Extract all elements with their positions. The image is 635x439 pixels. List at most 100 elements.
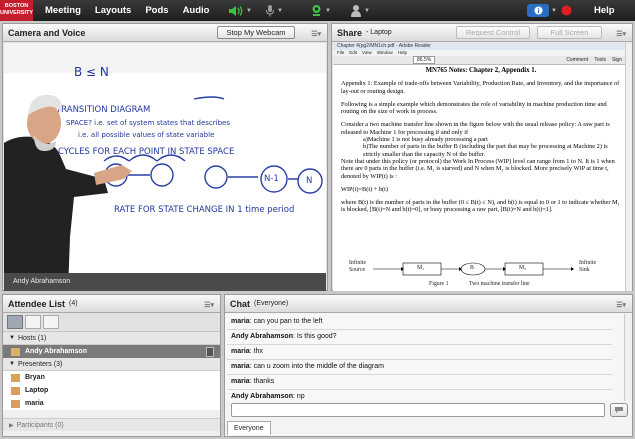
attendee-name: Laptop <box>25 387 49 394</box>
chat-message: maria: thanks <box>231 378 275 385</box>
attendee-row-host[interactable]: Andy Abrahamson <box>3 345 220 358</box>
camera-pod-title: Camera and Voice <box>8 27 86 38</box>
pod-options-icon[interactable]: ☰▾ <box>311 30 321 38</box>
speaker-icon[interactable]: ▼ <box>228 4 252 17</box>
attendee-view-toolbar <box>3 313 220 332</box>
doc-paragraph: where B(t) is the number of parts in the… <box>341 199 620 214</box>
viewer-tool-link: Comment <box>566 57 588 63</box>
status-icon[interactable]: ▼ <box>527 4 557 17</box>
attendee-name: Andy Abrahamson <box>25 348 87 355</box>
attendee-list-pod: Attendee List (4) ☰▾ ▼ Hosts (1) Andy Abr… <box>2 294 221 437</box>
top-menu-bar: BOSTON UNIVERSITY Meeting Layouts Pods A… <box>0 0 635 21</box>
attendee-name: Bryan <box>25 374 45 381</box>
attendee-name: maria <box>25 400 44 407</box>
transfer-line-diagram: Infinite Source M₁ B M₂ Infinite Sink Fi… <box>341 259 621 289</box>
doc-paragraph: a)Machine 1 is not busy already processi… <box>363 136 488 144</box>
participants-group-header[interactable]: ▶ Participants (0) <box>3 418 220 431</box>
attendee-row[interactable]: maria <box>3 397 220 410</box>
chat-scrollbar[interactable] <box>624 314 632 401</box>
send-message-button[interactable] <box>610 403 628 417</box>
diagram-m2-label: M₂ <box>519 265 527 271</box>
presenter-avatar-icon <box>11 386 20 395</box>
hosts-group-label: Hosts (1) <box>17 334 47 342</box>
chat-message-input[interactable] <box>231 403 605 417</box>
status-view-icon[interactable] <box>43 315 59 329</box>
chat-pod-title: Chat <box>230 298 250 309</box>
presenters-group-header[interactable]: ▼ Presenters (3) <box>3 358 220 371</box>
share-pod: Share - Laptop Request Control Full Scre… <box>331 23 633 291</box>
chat-message: maria: thx <box>231 348 263 355</box>
figure-caption: Two machine transfer line <box>469 281 530 287</box>
chat-message: Andy Abrahamson: np <box>231 393 305 400</box>
webcam-speaker-name: Andy Abrahamson <box>13 278 71 285</box>
list-view-icon[interactable] <box>7 315 23 329</box>
record-icon[interactable] <box>561 4 572 17</box>
menu-layouts[interactable]: Layouts <box>95 5 131 16</box>
diagram-m1-label: M₁ <box>417 265 425 271</box>
doc-paragraph: Consider a two machine transfer line sho… <box>341 121 610 136</box>
pod-options-icon[interactable]: ☰▾ <box>616 301 626 309</box>
chat-pod-header: Chat (Everyone) ☰▾ <box>225 295 632 313</box>
divider <box>227 359 612 360</box>
webcam-icon[interactable]: ▼ <box>310 4 331 17</box>
chat-pod: Chat (Everyone) ☰▾ maria: can you pan to… <box>224 294 633 437</box>
attendee-pod-header: Attendee List (4) ☰▾ <box>3 295 220 313</box>
diagram-sink-label: Infinite Sink <box>579 260 597 273</box>
chat-message: maria: can you pan to the left <box>231 318 323 325</box>
divider <box>227 329 612 330</box>
shared-screen: Chapter 4(pg2/MN1ch.pdf - Adobe Reader F… <box>333 43 630 291</box>
zoom-value: 86.5% <box>413 56 436 64</box>
menu-audio[interactable]: Audio <box>183 5 210 16</box>
boston-university-logo: BOSTON UNIVERSITY <box>0 0 33 21</box>
camera-voice-pod: Camera and Voice Stop My Webcam ☰▾ B ≤ N… <box>2 23 328 291</box>
attendee-count: (4) <box>69 300 78 307</box>
presenter-avatar-icon <box>11 399 20 408</box>
hosts-group-header[interactable]: ▼ Hosts (1) <box>3 332 220 345</box>
diagram-source-label: Infinite Source <box>349 260 367 273</box>
host-avatar-icon <box>11 347 20 356</box>
doc-paragraph: Following is a simple example which demo… <box>341 100 607 116</box>
viewer-toolbar: 86.5% Comment Tools Sign <box>333 56 630 65</box>
doc-paragraph: Appendix 1: Example of trade-offs betwee… <box>341 80 620 95</box>
share-pod-title: Share <box>337 27 363 38</box>
presenter-avatar-icon <box>11 373 20 382</box>
attendee-row[interactable]: Bryan <box>3 371 220 384</box>
presenters-group-label: Presenters (3) <box>17 360 63 368</box>
diagram-buffer-label: B <box>470 265 474 271</box>
stop-webcam-button[interactable]: Stop My Webcam <box>217 26 295 39</box>
chat-tab-everyone[interactable]: Everyone <box>227 421 271 435</box>
grid-view-icon[interactable] <box>25 315 41 329</box>
doc-equation: WIP(t)=B(t) + b(t) <box>341 185 388 193</box>
divider <box>227 374 612 375</box>
pod-options-icon[interactable]: ☰▾ <box>204 301 214 309</box>
attendee-row[interactable]: Laptop <box>3 384 220 397</box>
chat-message: Andy Abrahamson: Is this good? <box>231 333 337 340</box>
share-pod-subtitle: - Laptop <box>366 29 392 36</box>
chat-bubble-icon <box>615 407 623 413</box>
chat-pod-subtitle: (Everyone) <box>254 300 289 307</box>
menu-meeting[interactable]: Meeting <box>45 5 81 16</box>
viewer-tool-link: Sign <box>611 57 622 63</box>
presenter-figure <box>4 94 326 291</box>
chat-messages: maria: can you pan to the left Andy Abra… <box>225 314 623 401</box>
divider <box>227 344 612 345</box>
full-screen-button[interactable]: Full Screen <box>537 26 602 39</box>
chat-message: maria: can u zoom into the middle of the… <box>231 363 384 370</box>
share-scrollbar[interactable] <box>625 43 632 291</box>
request-control-button[interactable]: Request Control <box>456 26 530 39</box>
host-microphone-icon <box>206 346 214 357</box>
webcam-video: B ≤ N TRANSITION DIAGRAM SPACE? i.e. set… <box>4 43 326 291</box>
menu-pods[interactable]: Pods <box>145 5 168 16</box>
figure-number: Figure 1 <box>429 281 449 287</box>
microphone-icon[interactable]: ▼ <box>265 4 283 17</box>
camera-pod-header: Camera and Voice Stop My Webcam ☰▾ <box>3 24 327 42</box>
menu-help[interactable]: Help <box>594 5 615 16</box>
doc-paragraph: Note that under this policy (or protocol… <box>341 157 615 180</box>
share-pod-header: Share - Laptop Request Control Full Scre… <box>332 24 632 42</box>
doc-paragraph: b)The number of parts in the buffer B (i… <box>363 143 608 158</box>
doc-heading: MN765 Notes: Chapter 2, Appendix 1. <box>425 67 537 74</box>
raise-hand-icon[interactable]: ▼ <box>350 4 370 17</box>
pod-options-icon[interactable]: ☰▾ <box>616 30 626 38</box>
attendee-pod-title: Attendee List <box>8 298 66 309</box>
viewer-title-bar: Chapter 4(pg2/MN1ch.pdf - Adobe Reader <box>333 43 630 50</box>
